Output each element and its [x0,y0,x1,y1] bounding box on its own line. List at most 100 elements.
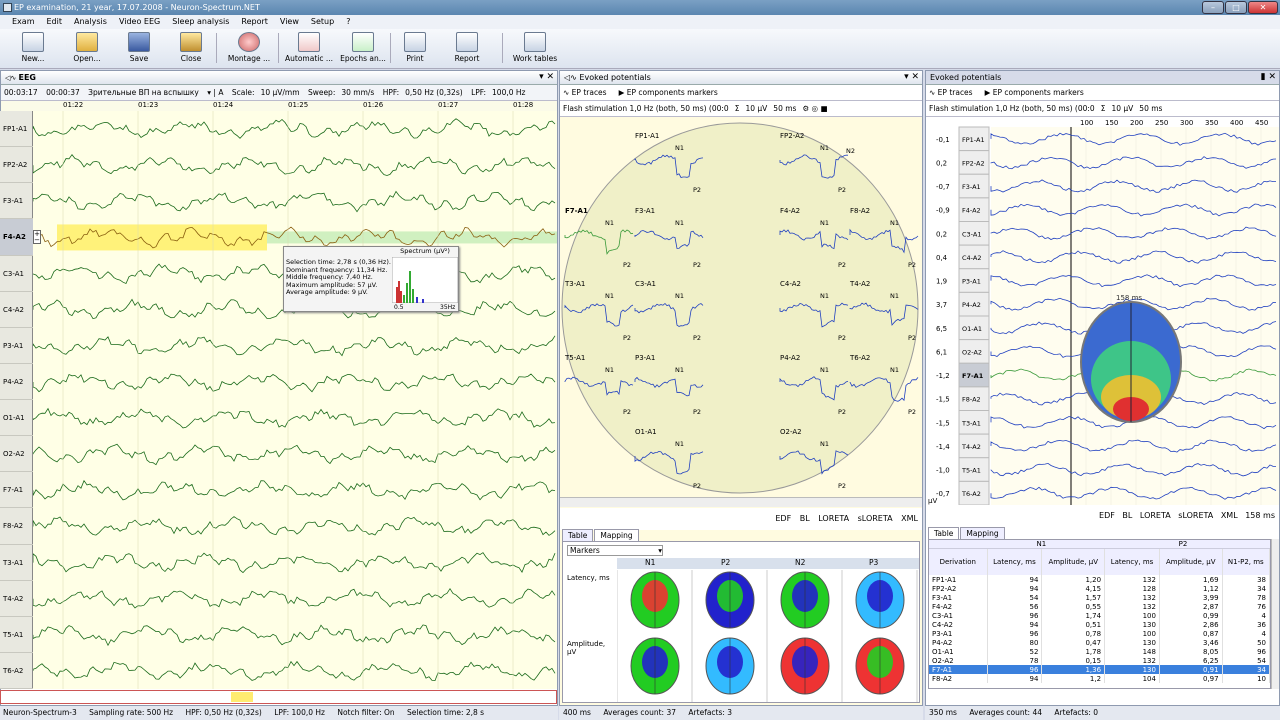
export-sloreta[interactable]: sLORETA [858,514,893,523]
n1-marker[interactable]: N1 [820,366,829,374]
minimize-icon[interactable]: – [1202,1,1224,14]
right-close-icon[interactable]: ▮ ✕ [1261,71,1276,84]
lead-label-fp1-a1[interactable]: FP1-A1 [0,111,33,148]
amplitude-stepper[interactable]: + − [33,230,41,244]
table-row[interactable]: O2-A2 78 0,15 132 6,25 54 [929,656,1270,665]
work-tables-button[interactable]: Work tables [508,31,562,67]
table-row[interactable]: F4-A2 56 0,55 132 2,87 76 [929,602,1270,611]
n1-marker[interactable]: N1 [675,440,684,448]
p2-marker[interactable]: P2 [693,261,701,269]
p2-marker[interactable]: P2 [693,482,701,490]
lead-label-t5-a1[interactable]: T5-A1 [0,617,33,653]
scale-select[interactable]: 10 μV/mm [261,88,300,97]
n1-marker[interactable]: N1 [675,219,684,227]
save-button[interactable]: Save [114,31,164,67]
ep-protocol-select[interactable]: Flash stimulation 1,0 Hz (both, 50 ms) (… [563,104,729,113]
right-amp-select[interactable]: 10 μV [1111,104,1133,113]
n1-marker[interactable]: N1 [605,219,614,227]
montage-button[interactable]: Montage ... [224,31,274,67]
lead-label-t6-a2[interactable]: T6-A2 [0,653,33,689]
export-loreta[interactable]: LORETA [818,514,849,523]
open-button[interactable]: Open... [62,31,112,67]
ep-head-map[interactable]: FP1-A1 N1 P2 FP2-A2 N1 P2 N2 F7-A1 N1 P2 F3-A1 N1 P2… [560,118,922,498]
ep-amp-select[interactable]: 10 μV [745,104,767,113]
ep-tools-icon[interactable]: ⚙ ◎ ■ [802,104,827,113]
table-row[interactable]: P3-A1 96 0,78 100 0,87 4 [929,629,1270,638]
n1-marker[interactable]: N1 [820,219,829,227]
new-button[interactable]: New... [8,31,58,67]
table-scrollbar[interactable] [1271,539,1279,689]
sigma-icon[interactable]: Σ [735,104,740,113]
n1-marker[interactable]: N1 [890,366,899,374]
p2-marker[interactable]: P2 [838,261,846,269]
right-ep-traces[interactable]: 100150200250300350400450500550-0,1FP1-A1… [926,117,1279,505]
n1-marker[interactable]: N1 [820,144,829,152]
lead-label-o1-a1[interactable]: O1-A1 [0,400,33,437]
scroll-thumb[interactable] [231,692,253,702]
n1-marker[interactable]: N1 [675,292,684,300]
p2-marker[interactable]: P2 [908,408,916,416]
p2-marker[interactable]: P2 [838,482,846,490]
table-row[interactable]: C3-A1 96 1,74 100 0,99 4 [929,611,1270,620]
maximize-icon[interactable]: □ [1225,1,1247,14]
ep-traces-tab[interactable]: ∿ EP traces [563,88,613,97]
ep-h-scroll[interactable] [560,497,922,507]
right-time-select[interactable]: 50 ms [1139,104,1162,113]
markers-select[interactable]: Markers ▾ [567,545,663,556]
lead-label-p3-a1[interactable]: P3-A1 [0,328,33,364]
table-row[interactable]: C4-A2 94 0,51 130 2,86 36 [929,620,1270,629]
protocol-select[interactable]: Зрительные ВП на вспышку [88,88,199,97]
menu-help[interactable]: ? [340,15,356,29]
lpf-select[interactable]: 100,0 Hz [492,88,525,97]
table-row[interactable]: F3-A1 54 1,57 132 3,99 78 [929,593,1270,602]
n1-marker[interactable]: N1 [675,366,684,374]
p2-marker[interactable]: P2 [838,334,846,342]
lead-label-t4-a2[interactable]: T4-A2 [0,581,33,617]
menu-view[interactable]: View [274,15,305,29]
eeg-close-icon[interactable]: ▾ ✕ [539,71,554,84]
report-button[interactable]: Report [442,31,492,67]
print-button[interactable]: Print [390,31,440,67]
p2-marker[interactable]: P2 [908,334,916,342]
table-row[interactable]: F7-A1 96 1,36 130 0,91 34 [929,665,1270,674]
lead-label-f7-a1[interactable]: F7-A1 [0,472,33,509]
n1-marker[interactable]: N1 [820,440,829,448]
tab-table[interactable]: Table [562,529,594,541]
p2-marker[interactable]: P2 [693,408,701,416]
lead-label-t3-a1[interactable]: T3-A1 [0,545,33,581]
tab-evoked-potentials[interactable]: Evoked potentials [579,73,650,82]
lead-label-fp2-a2[interactable]: FP2-A2 [0,147,33,184]
right-ep-traces-tab[interactable]: ∿ EP traces [929,88,979,97]
table-row[interactable]: O1-A1 52 1,78 148 8,05 96 [929,647,1270,656]
lead-label-f8-a2[interactable]: F8-A2 [0,508,33,545]
menu-edit[interactable]: Edit [40,15,68,29]
menu-sleep-analysis[interactable]: Sleep analysis [166,15,235,29]
hpf-select[interactable]: 0,50 Hz (0,32s) [405,88,463,97]
export-xml[interactable]: XML [901,514,918,523]
p2-marker[interactable]: P2 [623,261,631,269]
menu-setup[interactable]: Setup [305,15,340,29]
tab-mapping[interactable]: Mapping [594,529,639,541]
menu-video-eeg[interactable]: Video EEG [113,15,166,29]
n1-marker[interactable]: N1 [675,144,684,152]
export-edf[interactable]: EDF [775,514,791,523]
ep-markers-tab[interactable]: ▶ EP components markers [619,88,724,97]
p2-marker[interactable]: P2 [623,408,631,416]
right-sigma-icon[interactable]: Σ [1101,104,1106,113]
n1-marker[interactable]: N1 [605,366,614,374]
right-protocol-select[interactable]: Flash stimulation 1,0 Hz (both, 50 ms) (… [929,104,1095,113]
lead-label-o2-a2[interactable]: O2-A2 [0,436,33,473]
menu-report[interactable]: Report [235,15,274,29]
lead-label-f4-a2[interactable]: F4-A2 [0,219,33,256]
table-row[interactable]: P4-A2 80 0,47 130 3,46 50 [929,638,1270,647]
p2-marker[interactable]: P2 [623,334,631,342]
tab-eeg[interactable]: EEG [18,73,36,82]
caret-icon[interactable]: ▾ | A [207,88,223,97]
right-tab-mapping[interactable]: Mapping [960,527,1005,539]
export-bl[interactable]: BL [800,514,810,523]
close-button[interactable]: Close [166,31,216,67]
n2-marker[interactable]: N2 [846,147,855,155]
table-row[interactable]: F8-A2 94 1,2 104 0,97 10 [929,674,1270,683]
right-ep-markers-tab[interactable]: ▶ EP components markers [985,88,1090,97]
eeg-trace-area[interactable] [32,111,557,689]
